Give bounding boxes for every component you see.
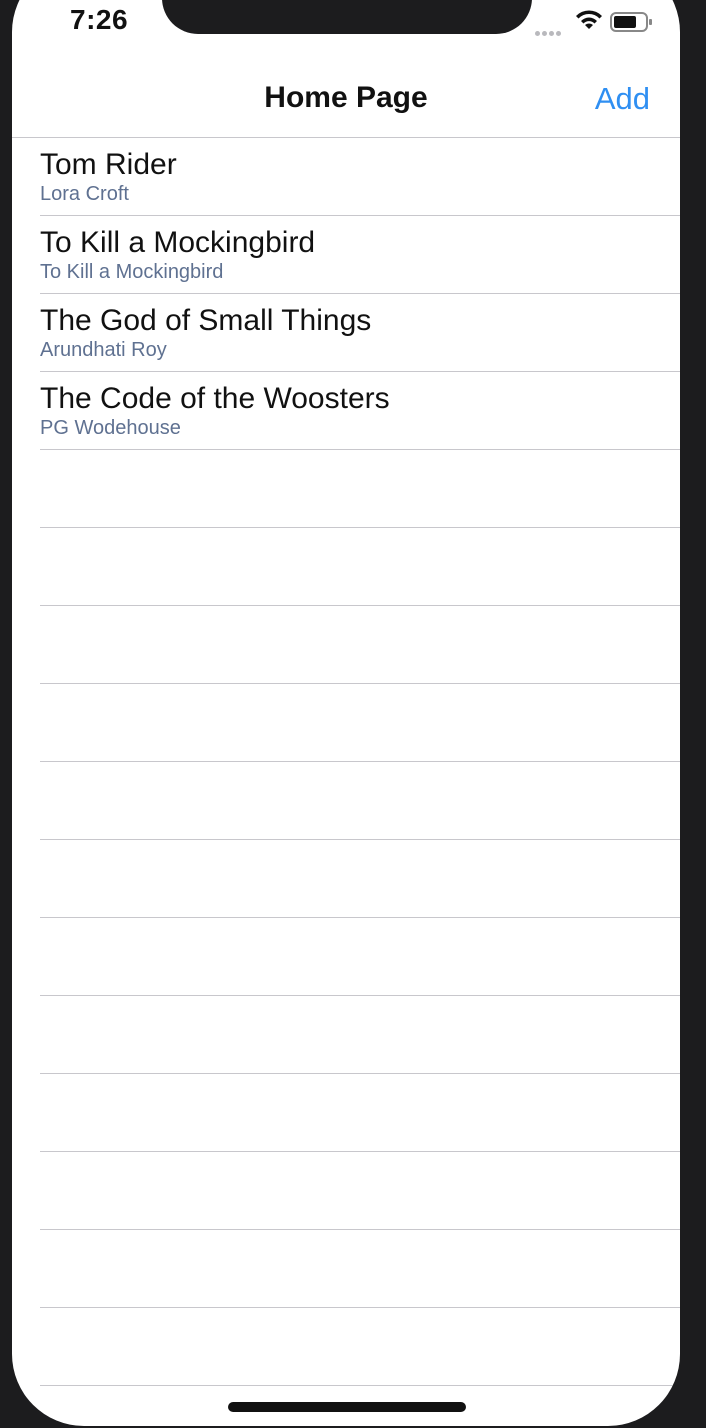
empty-row — [12, 1230, 680, 1308]
table-row[interactable]: To Kill a Mockingbird To Kill a Mockingb… — [12, 216, 680, 294]
page-title: Home Page — [264, 81, 428, 114]
screen: 7:26 Home Page Add Tom Rider Lora Croft … — [12, 0, 680, 1426]
book-author: PG Wodehouse — [40, 417, 181, 439]
book-table[interactable]: Tom Rider Lora Croft To Kill a Mockingbi… — [12, 138, 680, 1426]
add-button[interactable]: Add — [595, 81, 650, 117]
book-title: The Code of the Woosters — [40, 382, 390, 415]
status-bar: 7:26 — [12, 0, 680, 50]
cellular-signal-icon — [535, 18, 567, 36]
empty-row — [12, 918, 680, 996]
home-indicator[interactable] — [228, 1402, 466, 1412]
empty-row — [12, 1152, 680, 1230]
empty-row — [12, 1308, 680, 1386]
empty-row — [12, 606, 680, 684]
empty-row — [12, 450, 680, 528]
book-author: Lora Croft — [40, 183, 129, 205]
table-row[interactable]: The God of Small Things Arundhati Roy — [12, 294, 680, 372]
empty-row — [12, 996, 680, 1074]
wifi-icon — [574, 9, 604, 31]
status-time: 7:26 — [70, 4, 129, 35]
book-author: To Kill a Mockingbird — [40, 261, 224, 283]
book-title: To Kill a Mockingbird — [40, 226, 316, 259]
table-row[interactable]: Tom Rider Lora Croft — [12, 138, 680, 216]
empty-row — [12, 528, 680, 606]
table-row[interactable]: The Code of the Woosters PG Wodehouse — [12, 372, 680, 450]
empty-row — [12, 684, 680, 762]
navigation-bar: Home Page Add — [12, 60, 680, 138]
book-title: Tom Rider — [40, 148, 177, 181]
empty-row — [12, 1074, 680, 1152]
empty-row — [12, 840, 680, 918]
book-title: The God of Small Things — [40, 304, 372, 337]
battery-icon — [610, 11, 654, 33]
device-frame: 7:26 Home Page Add Tom Rider Lora Croft … — [0, 0, 706, 1428]
empty-row — [12, 762, 680, 840]
book-author: Arundhati Roy — [40, 339, 167, 361]
